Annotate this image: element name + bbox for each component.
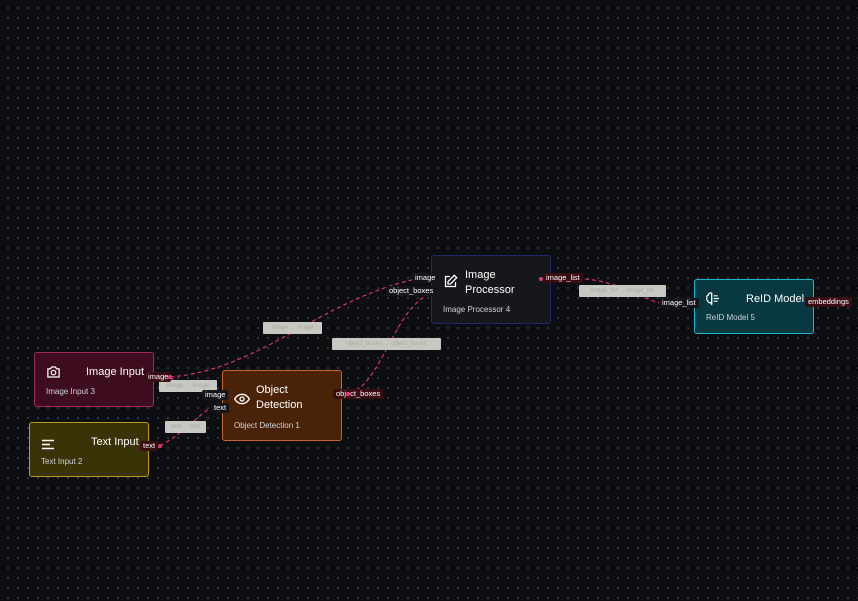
text-lines-icon xyxy=(41,437,55,455)
edge-label: text → text xyxy=(165,421,206,433)
node-subtitle: ReID Model 5 xyxy=(706,313,755,322)
output-port-dot[interactable] xyxy=(346,392,350,396)
node-canvas[interactable]: image → image image → image text → text … xyxy=(0,0,858,601)
eye-icon xyxy=(233,392,251,410)
output-port-image-list[interactable]: image_list xyxy=(543,273,583,283)
output-port-dot[interactable] xyxy=(158,444,162,448)
node-subtitle: Object Detection 1 xyxy=(234,421,300,430)
input-port-image[interactable]: image xyxy=(412,273,439,283)
input-port-object-boxes[interactable]: object_boxes xyxy=(386,286,437,296)
node-text-input[interactable]: Text Input Text Input 2 xyxy=(29,422,149,477)
edit-icon xyxy=(443,274,458,294)
node-subtitle: Text Input 2 xyxy=(41,457,83,466)
brain-icon xyxy=(705,291,721,311)
input-port-image-list[interactable]: image_list xyxy=(659,298,699,308)
edge-label: image_list → image_list xyxy=(579,285,666,297)
input-port-image[interactable]: image xyxy=(202,390,229,400)
output-port-text[interactable]: text xyxy=(140,441,159,451)
node-image-input[interactable]: Image Input Image Input 3 xyxy=(34,352,154,407)
edge-label: image → image xyxy=(263,322,322,334)
node-object-detection[interactable]: Object Detection Object Detection 1 xyxy=(222,370,342,441)
node-subtitle: Image Processor 4 xyxy=(443,305,511,314)
node-title: Text Input xyxy=(91,436,139,448)
node-title: Image Processor xyxy=(465,269,515,296)
node-title: ReID Model xyxy=(746,293,805,305)
output-port-dot[interactable] xyxy=(539,277,543,281)
node-image-processor[interactable]: Image Processor Image Processor 4 xyxy=(431,255,551,324)
node-title: Image Input xyxy=(86,366,145,378)
node-reid-model[interactable]: ReID Model ReID Model 5 xyxy=(694,279,814,334)
input-port-text[interactable]: text xyxy=(211,403,230,413)
output-port-object-boxes[interactable]: object_boxes xyxy=(333,389,384,399)
camera-icon xyxy=(46,365,61,384)
node-subtitle: Image Input 3 xyxy=(46,387,95,396)
node-title: Object Detection xyxy=(256,384,303,411)
edge-label: object_boxes → object_boxes xyxy=(332,338,441,350)
output-port-embeddings[interactable]: embeddings xyxy=(805,297,852,307)
output-port-dot[interactable] xyxy=(168,375,172,379)
